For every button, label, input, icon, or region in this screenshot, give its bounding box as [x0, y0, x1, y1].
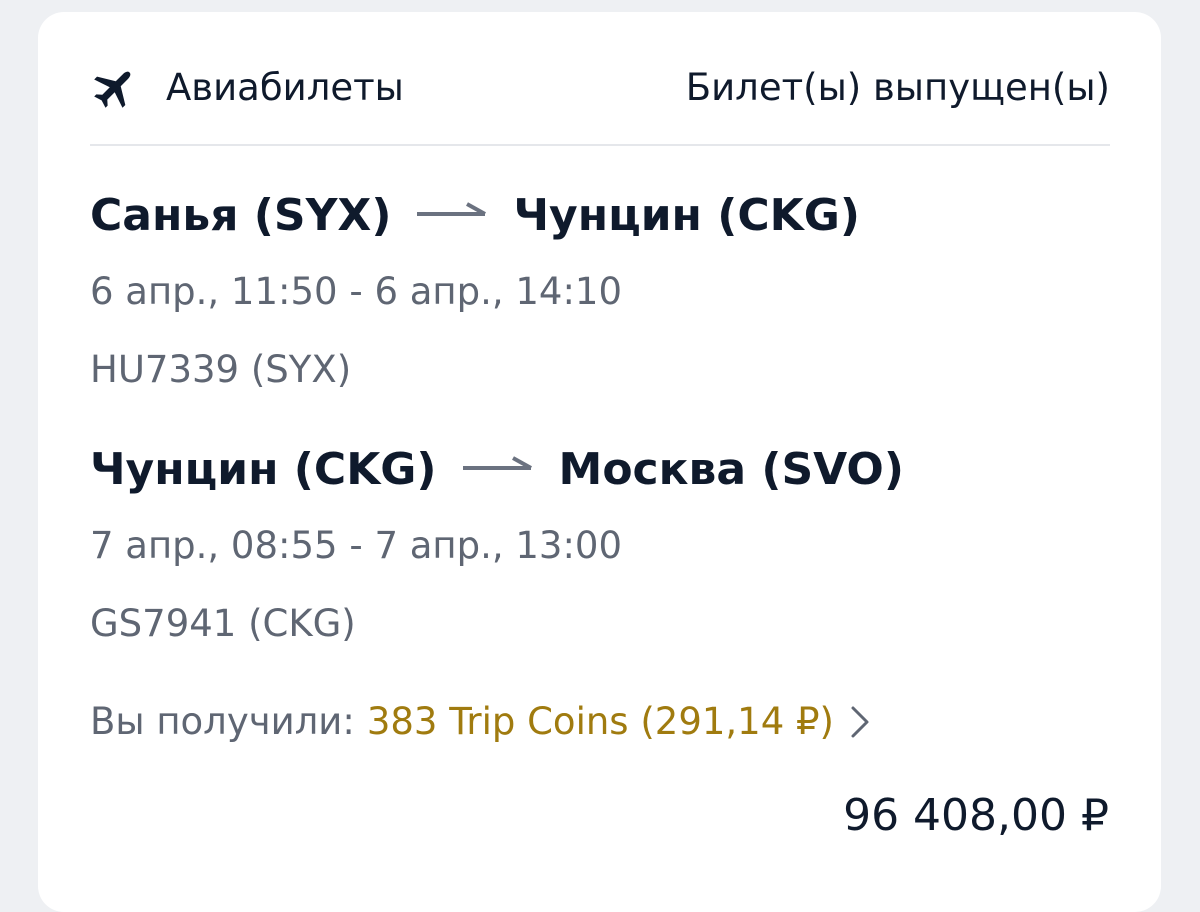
- flight-segment-2: Чунцин (CKG) Москва (SVO) 7 апр., 08:55 …: [90, 442, 1110, 662]
- category-title: Авиабилеты: [166, 66, 404, 109]
- destination-city: Москва (SVO): [558, 444, 904, 495]
- arrow-right-icon: [462, 456, 532, 470]
- ticket-status: Билет(ы) выпущен(ы): [685, 66, 1110, 109]
- divider: [90, 144, 1110, 146]
- chevron-right-icon: [851, 706, 869, 738]
- flight-number: HU7339 (SYX): [90, 348, 352, 391]
- booking-card[interactable]: Авиабилеты Билет(ы) выпущен(ы) Санья (SY…: [38, 12, 1161, 912]
- flight-times: 7 апр., 08:55 - 7 апр., 13:00: [90, 524, 623, 567]
- rewards-value: 383 Trip Coins (291,14 ₽): [366, 700, 834, 743]
- arrow-right-icon: [417, 202, 487, 216]
- flight-times: 6 апр., 11:50 - 6 апр., 14:10: [90, 270, 623, 313]
- rewards-label: Вы получили:: [90, 700, 355, 743]
- flight-segment-1: Санья (SYX) Чунцин (CKG) 6 апр., 11:50 -…: [90, 188, 1110, 408]
- airplane-icon: [94, 71, 131, 108]
- origin-city: Чунцин (CKG): [90, 444, 437, 495]
- destination-city: Чунцин (CKG): [513, 190, 860, 241]
- total-price: 96 408,00 ₽: [843, 790, 1109, 841]
- card-header: Авиабилеты Билет(ы) выпущен(ы): [90, 62, 1110, 122]
- route: Чунцин (CKG) Москва (SVO): [90, 442, 904, 498]
- trip-coins-link[interactable]: Вы получили: 383 Trip Coins (291,14 ₽): [90, 700, 872, 744]
- route: Санья (SYX) Чунцин (CKG): [90, 188, 860, 244]
- flight-number: GS7941 (CKG): [90, 602, 356, 645]
- origin-city: Санья (SYX): [90, 190, 392, 241]
